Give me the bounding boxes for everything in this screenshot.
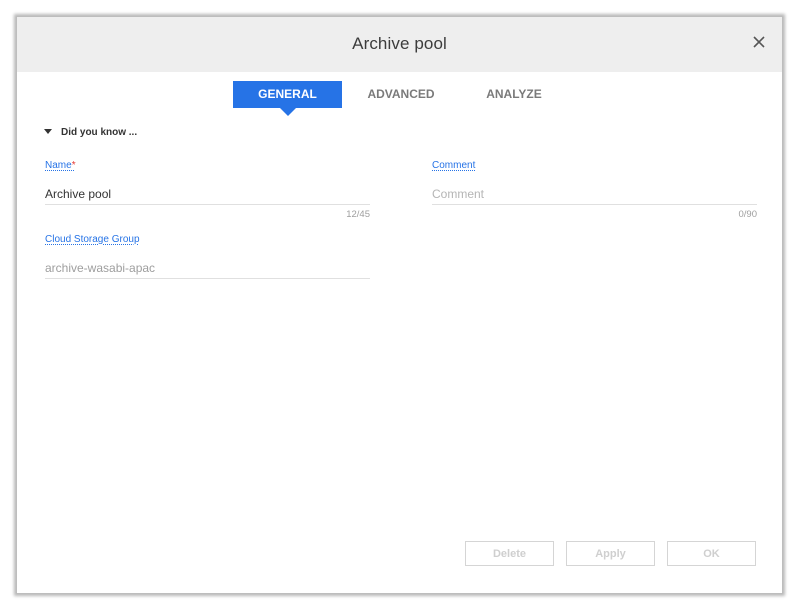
tab-analyze[interactable]: ANALYZE — [472, 81, 556, 108]
dialog-header: Archive pool — [17, 17, 782, 72]
name-field: Name* 12/45 — [45, 155, 370, 220]
dialog-title: Archive pool — [352, 34, 447, 53]
comment-char-counter: 0/90 — [738, 209, 758, 220]
tab-general[interactable]: GENERAL — [233, 81, 342, 116]
caret-down-icon — [44, 129, 52, 134]
archive-pool-dialog: Archive pool GENERAL ADVANCED ANALYZE Di… — [16, 16, 783, 594]
cloud-storage-group-label: Cloud Storage Group — [45, 234, 140, 245]
tab-advanced[interactable]: ADVANCED — [355, 81, 447, 108]
ok-button[interactable]: OK — [667, 541, 756, 566]
name-input[interactable] — [45, 183, 370, 205]
delete-button[interactable]: Delete — [465, 541, 554, 566]
comment-input[interactable] — [432, 183, 757, 205]
comment-field: Comment 0/90 — [432, 155, 757, 220]
did-you-know-label: Did you know ... — [61, 127, 138, 138]
required-mark: * — [71, 160, 76, 171]
name-label: Name* — [45, 160, 76, 171]
name-char-counter: 12/45 — [346, 209, 370, 220]
did-you-know-toggle[interactable]: Did you know ... — [44, 127, 137, 138]
comment-label: Comment — [432, 160, 476, 171]
apply-button[interactable]: Apply — [566, 541, 655, 566]
cloud-storage-group-field: Cloud Storage Group — [45, 229, 370, 279]
tab-bar: GENERAL ADVANCED ANALYZE — [17, 81, 782, 121]
close-icon[interactable] — [748, 31, 770, 53]
cloud-storage-group-input[interactable] — [45, 257, 370, 279]
